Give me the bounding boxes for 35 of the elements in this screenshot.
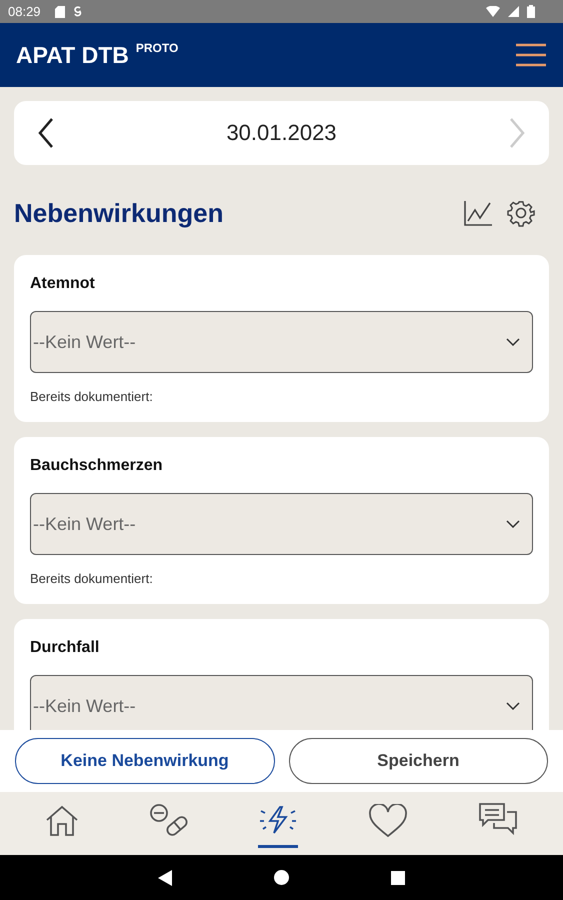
save-button[interactable]: Speichern	[288, 738, 548, 784]
chevron-down-icon	[506, 520, 520, 528]
chart-icon[interactable]	[463, 199, 493, 227]
chevron-down-icon	[506, 702, 520, 710]
symptom-label: Atemnot	[30, 275, 96, 293]
heart-icon	[368, 804, 408, 838]
home-circle-icon[interactable]	[274, 870, 289, 885]
recents-icon[interactable]	[391, 870, 405, 884]
app-title: APAT DTB	[16, 42, 129, 68]
wifi-icon	[486, 6, 500, 17]
previous-day-button[interactable]	[38, 118, 54, 148]
status-time: 08:29	[8, 4, 41, 19]
settings-icon[interactable]	[507, 199, 535, 227]
back-icon[interactable]	[158, 870, 172, 886]
chevron-down-icon	[506, 338, 520, 346]
documented-note: Bereits dokumentiert:	[30, 389, 154, 404]
menu-icon[interactable]	[515, 43, 547, 67]
section-title: Nebenwirkungen	[14, 198, 224, 228]
documented-note: Bereits dokumentiert:	[30, 571, 154, 586]
value-dropdown[interactable]: --Kein Wert--	[30, 675, 533, 730]
symptom-label: Durchfall	[30, 639, 100, 657]
value-dropdown[interactable]: --Kein Wert--	[30, 311, 533, 373]
app-title-superscript: PROTO	[136, 41, 178, 55]
sync-icon	[72, 5, 82, 18]
symptom-label: Bauchschmerzen	[30, 457, 164, 475]
pill-icon	[148, 803, 189, 839]
signal-icon	[508, 6, 519, 17]
date-label: 30.01.2023	[226, 120, 337, 146]
chevron-left-icon	[38, 118, 54, 148]
sd-card-icon	[54, 6, 65, 18]
no-side-effect-button[interactable]: Keine Nebenwirkung	[15, 738, 274, 784]
battery-icon	[527, 5, 535, 18]
value-dropdown[interactable]: --Kein Wert--	[30, 493, 533, 555]
home-icon	[44, 804, 79, 838]
chevron-right-icon	[508, 118, 525, 148]
